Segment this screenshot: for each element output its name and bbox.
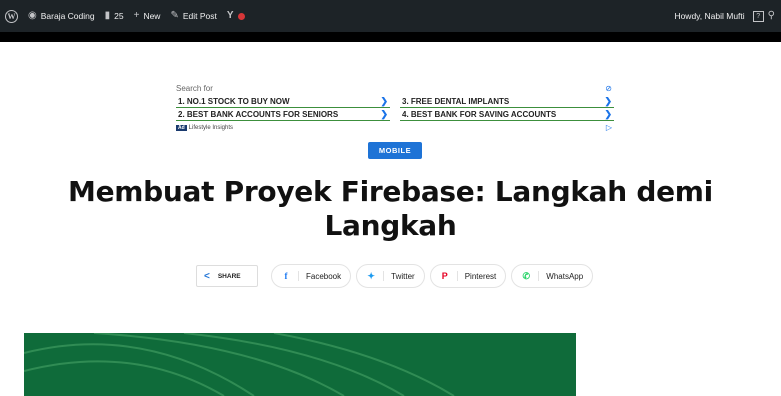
share-toggle[interactable]: < SHARE [196, 265, 258, 287]
comments-menu[interactable]: ▮ 25 [100, 0, 129, 32]
twitter-icon: ✦ [367, 270, 375, 281]
share-twitter-label: Twitter [391, 271, 415, 281]
ad-play-icon[interactable]: ▷ [606, 123, 614, 132]
pinterest-icon: P [441, 271, 448, 281]
chevron-right-icon: ❯ [380, 108, 388, 119]
featured-image-arcs [24, 333, 455, 396]
share-whatsapp-button[interactable]: ✆ WhatsApp [511, 264, 594, 288]
ad-link[interactable]: 4. BEST BANK FOR SAVING ACCOUNTS ❯ [400, 108, 614, 121]
ad-sponsor-name: Lifestyle Insights [188, 124, 234, 131]
howdy-text: Howdy, Nabil Mufti [674, 11, 745, 21]
avatar: ? [752, 10, 764, 22]
divider [538, 271, 540, 281]
edit-post-link[interactable]: ✎ Edit Post [165, 0, 221, 32]
new-content-menu[interactable]: + New [129, 0, 166, 32]
chevron-right-icon: ❯ [604, 95, 612, 106]
my-account-menu[interactable]: Howdy, Nabil Mufti ? [669, 0, 765, 32]
plus-icon: + [133, 10, 140, 21]
ad-link-text: 3. FREE DENTAL IMPLANTS [402, 96, 510, 106]
share-label: SHARE [217, 272, 241, 280]
comments-count: 25 [114, 11, 124, 21]
share-twitter-button[interactable]: ✦ Twitter [356, 264, 425, 288]
wp-logo-menu[interactable]: W [0, 0, 23, 32]
ad-footer: Ad Lifestyle Insights ▷ [176, 123, 614, 132]
ad-sponsor[interactable]: Ad Lifestyle Insights [176, 124, 234, 131]
divider [383, 271, 385, 281]
share-whatsapp-label: WhatsApp [546, 271, 584, 281]
share-pinterest-button[interactable]: P Pinterest [429, 264, 507, 288]
pencil-icon: ✎ [170, 10, 179, 21]
share-facebook-button[interactable]: f Facebook [271, 264, 352, 288]
comment-icon: ▮ [104, 10, 111, 21]
share-facebook-label: Facebook [306, 271, 342, 281]
site-name-menu[interactable]: ◉ Baraja Coding [23, 0, 100, 32]
yoast-icon: Y [226, 10, 234, 21]
ad-unit: Search for ⊘ 1. NO.1 STOCK TO BUY NOW ❯ … [176, 84, 614, 132]
chevron-right-icon: ❯ [380, 95, 388, 106]
site-name: Baraja Coding [40, 11, 95, 21]
new-label: New [143, 11, 161, 21]
header-band [0, 32, 781, 42]
whatsapp-icon: ✆ [522, 270, 531, 281]
admin-bar: W ◉ Baraja Coding ▮ 25 + New ✎ Edit Post… [0, 0, 781, 32]
share-bar: < SHARE f Facebook ✦ Twitter P Pinterest… [196, 264, 594, 288]
dashboard-icon: ◉ [28, 10, 37, 21]
post-title: Membuat Proyek Firebase: Langkah demi La… [0, 175, 781, 243]
category-badge[interactable]: MOBILE [368, 142, 422, 159]
ad-link-text: 4. BEST BANK FOR SAVING ACCOUNTS [402, 109, 557, 119]
ad-link[interactable]: 2. BEST BANK ACCOUNTS FOR SENIORS ❯ [176, 108, 390, 121]
search-icon: ⚲ [767, 10, 775, 21]
chevron-right-icon: ❯ [604, 108, 612, 119]
featured-image [24, 333, 576, 396]
ad-link-text: 1. NO.1 STOCK TO BUY NOW [178, 96, 290, 106]
seo-status-dot-icon [237, 12, 245, 20]
divider [298, 271, 299, 281]
ad-search-for: Search for [176, 84, 213, 93]
divider [456, 271, 458, 281]
ad-link-text: 2. BEST BANK ACCOUNTS FOR SENIORS [178, 109, 339, 119]
share-pinterest-label: Pinterest [464, 271, 497, 281]
yoast-menu[interactable]: Y [222, 0, 250, 32]
post-title-line-1: Membuat Proyek Firebase: Langkah demi [68, 175, 713, 208]
wordpress-icon: W [5, 9, 18, 23]
adchoices-icon[interactable]: ⊘ [605, 84, 612, 93]
facebook-icon: f [284, 271, 288, 281]
post-title-line-2: Langkah [324, 209, 457, 242]
ad-link[interactable]: 1. NO.1 STOCK TO BUY NOW ❯ [176, 95, 390, 108]
share-icon: < [204, 270, 210, 282]
ad-badge: Ad [176, 124, 187, 131]
ad-link[interactable]: 3. FREE DENTAL IMPLANTS ❯ [400, 95, 614, 108]
edit-post-label: Edit Post [182, 11, 217, 21]
search-toggle[interactable]: ⚲ [766, 0, 777, 32]
